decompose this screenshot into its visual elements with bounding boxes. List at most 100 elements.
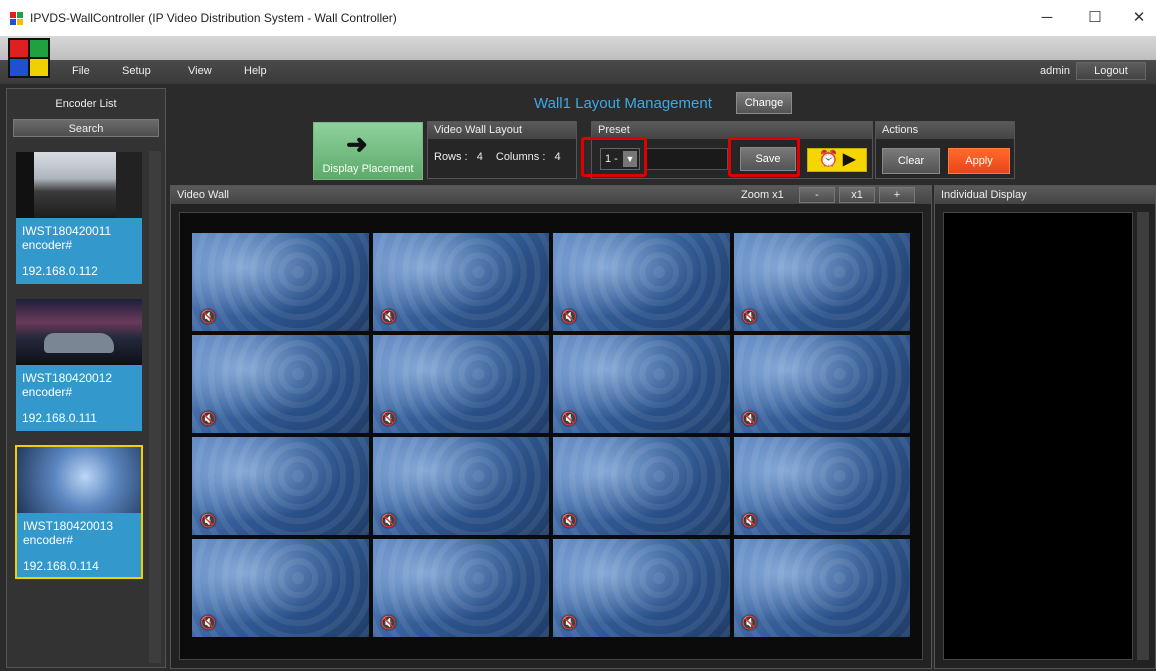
display-cell[interactable]: 🔇 [372,335,549,433]
encoder-card[interactable]: IWST180420011 encoder# 192.168.0.112 [15,151,143,285]
display-cell[interactable]: 🔇 [372,437,549,535]
clear-button[interactable]: Clear [882,148,940,174]
mute-icon[interactable]: 🔇 [742,615,758,631]
columns-label: Columns : [495,151,546,163]
encoder-ip: 192.168.0.114 [23,559,99,573]
search-button[interactable]: Search [13,119,159,137]
encoder-thumbnail [16,152,142,218]
encoder-type: encoder# [23,533,74,547]
zoom-reset-button[interactable]: x1 [839,187,875,203]
display-cell[interactable]: 🔇 [733,335,910,433]
display-cell[interactable]: 🔇 [192,233,369,331]
page-title: Wall1 Layout Management [534,95,712,112]
display-cell[interactable]: 🔇 [733,539,910,637]
actions-title: Actions [876,122,1014,139]
encoder-name: IWST180420013 [23,519,114,533]
save-button-highlight [728,137,800,177]
layout-values: Rows : 4 Columns : 4 [428,139,576,163]
rows-value: 4 [476,151,483,163]
individual-display-panel: Individual Display [934,185,1156,669]
encoder-thumbnail [17,447,141,513]
video-wall-title: Video Wall [177,189,229,201]
individual-display-screen [943,212,1133,660]
mute-icon[interactable]: 🔇 [561,615,577,631]
window-titlebar: IPVDS-WallController (IP Video Distribut… [0,0,1156,36]
zoom-in-button[interactable]: + [879,187,915,203]
preset-name-field[interactable] [644,148,728,170]
menu-view[interactable]: View [188,65,212,77]
display-cell[interactable]: 🔇 [192,335,369,433]
window-title: IPVDS-WallController (IP Video Distribut… [30,11,397,25]
logout-button[interactable]: Logout [1076,62,1146,80]
encoder-name: IWST180420011 [22,224,112,238]
encoder-thumbnail [16,299,142,365]
main-area: Wall1 Layout Management Change ➜ Display… [168,88,1156,671]
user-label: admin [1040,65,1070,77]
mute-icon[interactable]: 🔇 [742,309,758,325]
encoder-type: encoder# [22,385,73,399]
display-cell[interactable]: 🔇 [553,539,730,637]
apply-button[interactable]: Apply [948,148,1010,174]
display-cell[interactable]: 🔇 [553,233,730,331]
app-icon [10,12,23,25]
columns-value: 4 [554,151,561,163]
encoder-ip: 192.168.0.112 [22,264,98,278]
encoder-card[interactable]: IWST180420012 encoder# 192.168.0.111 [15,298,143,432]
display-placement-button[interactable]: ➜ Display Placement [313,122,423,180]
maximize-button[interactable]: ☐ [1080,6,1110,30]
display-cell[interactable]: 🔇 [733,437,910,535]
video-wall-panel: Video Wall Zoom x1 - x1 + 🔇 🔇 🔇 🔇 🔇 🔇 🔇 … [170,185,932,669]
display-grid: 🔇 🔇 🔇 🔇 🔇 🔇 🔇 🔇 🔇 🔇 🔇 🔇 🔇 🔇 🔇 🔇 [192,233,910,637]
video-wall-header: Video Wall Zoom x1 - x1 + [171,186,931,204]
mute-icon[interactable]: 🔇 [381,309,397,325]
zoom-label: Zoom x1 [741,189,784,201]
mute-icon[interactable]: 🔇 [200,615,216,631]
mute-icon[interactable]: 🔇 [381,411,397,427]
encoder-ip: 192.168.0.111 [22,411,97,425]
mute-icon[interactable]: 🔇 [381,513,397,529]
display-cell[interactable]: 🔇 [192,437,369,535]
video-wall-layout-group: Video Wall Layout Rows : 4 Columns : 4 [427,121,577,179]
menu-file[interactable]: File [72,65,90,77]
mute-icon[interactable]: 🔇 [742,411,758,427]
mute-icon[interactable]: 🔇 [200,513,216,529]
display-cell[interactable]: 🔇 [553,335,730,433]
individual-display-scrollbar[interactable] [1137,212,1149,660]
display-cell[interactable]: 🔇 [372,233,549,331]
encoder-list-title: Encoder List [55,98,117,110]
rows-label: Rows : [434,151,468,163]
display-cell[interactable]: 🔇 [372,539,549,637]
display-placement-label: Display Placement [322,163,414,175]
minimize-button[interactable]: ─ [1032,6,1062,30]
mute-icon[interactable]: 🔇 [561,309,577,325]
encoder-name: IWST180420012 [22,371,113,385]
change-button[interactable]: Change [736,92,792,114]
mute-icon[interactable]: 🔇 [561,513,577,529]
display-cell[interactable]: 🔇 [192,539,369,637]
mute-icon[interactable]: 🔇 [200,309,216,325]
video-wall-canvas: 🔇 🔇 🔇 🔇 🔇 🔇 🔇 🔇 🔇 🔇 🔇 🔇 🔇 🔇 🔇 🔇 [179,212,923,660]
encoder-list-panel: Encoder List Search IWST180420011 encode… [6,88,166,668]
schedule-play-button[interactable]: ⏰ ▶ [807,148,867,172]
logo-icon [8,38,50,78]
encoder-type: encoder# [22,238,73,252]
preset-select-highlight [581,137,647,177]
video-wall-layout-title: Video Wall Layout [428,122,576,139]
mute-icon[interactable]: 🔇 [742,513,758,529]
individual-display-title: Individual Display [935,186,1155,204]
mute-icon[interactable]: 🔇 [561,411,577,427]
display-cell[interactable]: 🔇 [733,233,910,331]
display-cell[interactable]: 🔇 [553,437,730,535]
zoom-out-button[interactable]: - [799,187,835,203]
close-button[interactable]: ✕ [1124,6,1154,30]
menu-bar: File Setup View Help admin Logout [0,60,1156,84]
arrow-right-icon: ➜ [346,129,368,159]
mute-icon[interactable]: 🔇 [381,615,397,631]
menu-help[interactable]: Help [244,65,267,77]
menu-setup[interactable]: Setup [122,65,151,77]
encoder-card[interactable]: IWST180420013 encoder# 192.168.0.114 [15,445,143,579]
mute-icon[interactable]: 🔇 [200,411,216,427]
encoder-list: IWST180420011 encoder# 192.168.0.112 IWS… [13,151,147,592]
toolbar-strip [0,36,1156,60]
encoder-list-scrollbar[interactable] [149,151,161,663]
